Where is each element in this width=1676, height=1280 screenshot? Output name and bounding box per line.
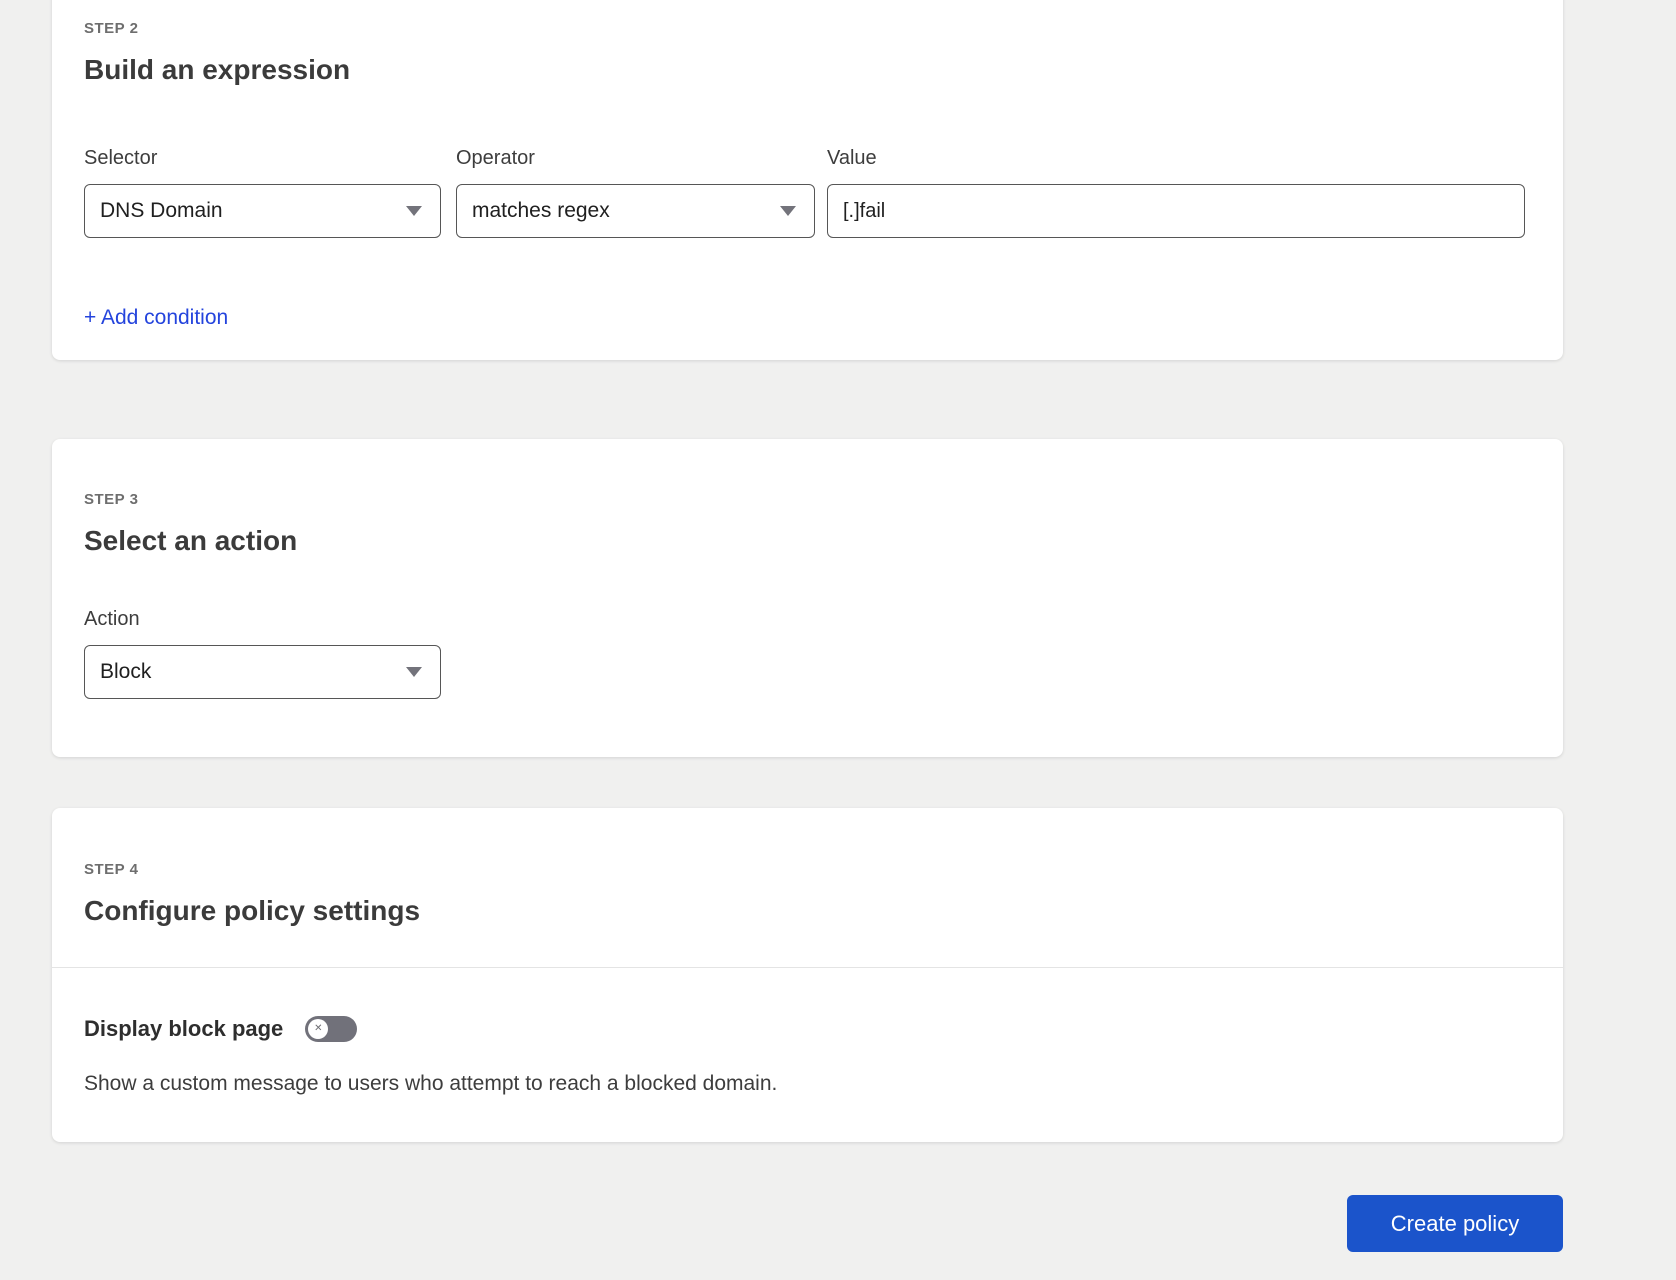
step3-title: Select an action <box>84 525 298 556</box>
value-label: Value <box>827 147 877 169</box>
value-input[interactable] <box>843 199 1506 223</box>
policy-form: STEP 2 Build an expression Selector DNS … <box>0 0 1563 1252</box>
value-input-wrapper <box>827 184 1525 238</box>
display-block-page-label: Display block page <box>84 1016 284 1041</box>
form-footer: Create policy <box>52 1195 1563 1252</box>
x-icon: ✕ <box>314 1023 323 1034</box>
selector-dropdown[interactable]: DNS Domain <box>84 184 441 238</box>
chevron-down-icon <box>406 667 422 677</box>
action-label: Action <box>84 608 140 630</box>
step4-header: STEP 4 Configure policy settings <box>52 808 1563 968</box>
display-block-page-description: Show a custom message to users who attem… <box>84 1072 778 1095</box>
selector-dropdown-value: DNS Domain <box>100 199 223 222</box>
operator-field: Operator matches regex <box>456 148 815 238</box>
operator-label: Operator <box>456 147 535 169</box>
toggle-knob: ✕ <box>308 1019 329 1039</box>
selector-field: Selector DNS Domain <box>84 148 441 238</box>
value-field: Value <box>827 148 1525 238</box>
operator-dropdown[interactable]: matches regex <box>456 184 815 238</box>
chevron-down-icon <box>406 206 422 216</box>
display-block-page-toggle[interactable]: ✕ <box>305 1016 358 1042</box>
step2-card: STEP 2 Build an expression Selector DNS … <box>52 0 1563 360</box>
add-condition-link[interactable]: + Add condition <box>84 306 228 330</box>
step4-settings: Display block page ✕ Show a custom messa… <box>52 968 1563 1096</box>
display-block-page-row: Display block page ✕ <box>84 1016 1525 1042</box>
step3-label: STEP 3 <box>84 491 139 508</box>
action-dropdown[interactable]: Block <box>84 645 441 699</box>
step4-title: Configure policy settings <box>84 895 421 926</box>
operator-dropdown-value: matches regex <box>472 199 610 222</box>
action-dropdown-value: Block <box>100 660 152 683</box>
step2-label: STEP 2 <box>84 20 139 37</box>
create-policy-button[interactable]: Create policy <box>1347 1195 1563 1252</box>
expression-row: Selector DNS Domain Operator matches reg… <box>84 148 1525 238</box>
chevron-down-icon <box>780 206 796 216</box>
selector-label: Selector <box>84 147 158 169</box>
step4-card: STEP 4 Configure policy settings Display… <box>52 808 1563 1142</box>
step3-card: STEP 3 Select an action Action Block <box>52 439 1563 757</box>
step4-label: STEP 4 <box>84 861 139 878</box>
step2-title: Build an expression <box>84 54 351 85</box>
